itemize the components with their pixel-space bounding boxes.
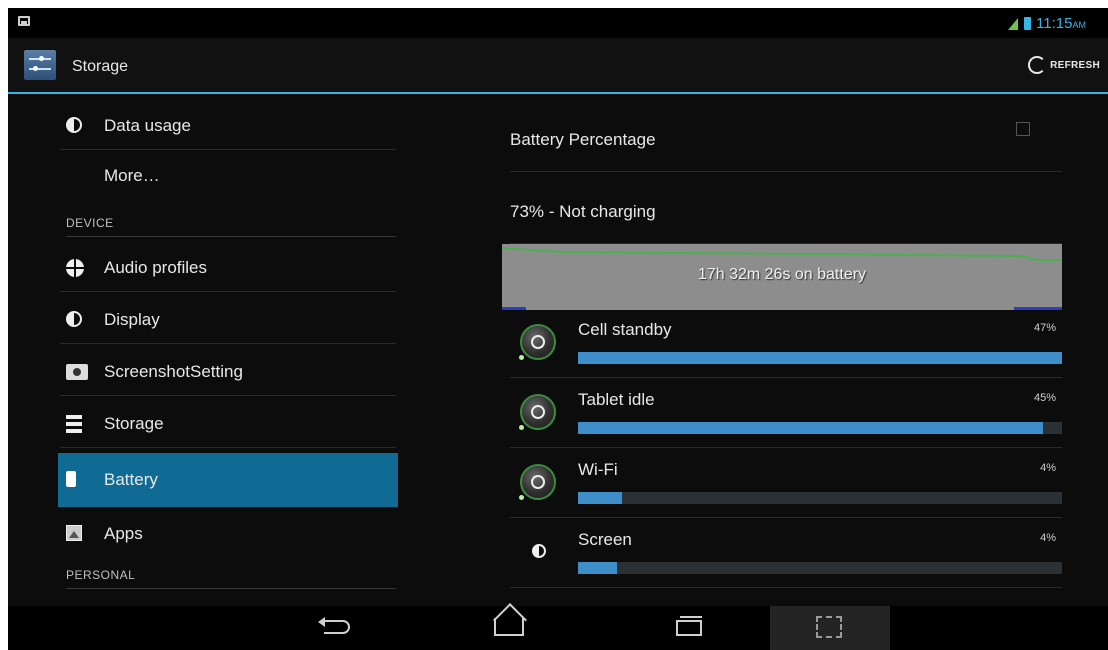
- usage-bar-track: [578, 562, 1062, 574]
- usage-percent: 45%: [1033, 392, 1056, 404]
- refresh-icon: [1028, 56, 1047, 74]
- menu-item-label: ScreenshotSetting: [104, 362, 243, 381]
- menu-item-apps[interactable]: Apps: [60, 510, 396, 560]
- usage-bar-track: [578, 422, 1062, 434]
- slider-knob-icon: [39, 56, 44, 61]
- clock-ampm: AM: [1072, 20, 1086, 30]
- apps-icon: [66, 525, 82, 541]
- recent-apps-icon: [676, 616, 702, 636]
- settings-app-icon[interactable]: [24, 50, 56, 80]
- menu-item-screenshot-setting[interactable]: ScreenshotSetting: [60, 348, 396, 396]
- audio-profiles-icon: [66, 259, 84, 277]
- battery-icon: [66, 471, 76, 487]
- screenshot-icon: [816, 616, 842, 638]
- battery-graph-label: 17h 32m 26s on battery: [697, 266, 867, 283]
- screenshot-button[interactable]: [770, 606, 890, 650]
- usage-item-cell-standby[interactable]: Cell standby 47%: [510, 310, 1062, 378]
- usage-item-screen[interactable]: Screen 4%: [510, 520, 1062, 588]
- icon-spark: [519, 355, 524, 360]
- clock: 11:15AM: [1036, 15, 1086, 32]
- usage-bar-fill: [578, 562, 617, 574]
- usage-name: Cell standby: [578, 320, 672, 339]
- usage-bar-fill: [578, 492, 622, 504]
- usage-bar-fill: [578, 422, 1043, 434]
- screenshot-notification-icon: [18, 16, 30, 26]
- action-bar: Storage REFRESH: [8, 38, 1108, 94]
- icon-inner: [531, 335, 545, 349]
- back-icon: [318, 617, 350, 634]
- usage-name: Wi-Fi: [578, 460, 618, 479]
- camera-icon: [66, 364, 88, 380]
- signal-icon: [1008, 18, 1018, 30]
- icon-inner: [531, 405, 545, 419]
- usage-bar-track: [578, 492, 1062, 504]
- tablet-idle-icon: [519, 394, 556, 430]
- battery-percentage-checkbox[interactable]: [1016, 122, 1030, 136]
- refresh-label: REFRESH: [1050, 59, 1100, 71]
- section-header-personal: PERSONAL: [66, 568, 396, 589]
- menu-item-display[interactable]: Display: [60, 296, 396, 344]
- page-title: Storage: [72, 58, 129, 75]
- menu-item-label: Audio profiles: [104, 258, 208, 277]
- usage-item-wifi[interactable]: Wi-Fi 4%: [510, 450, 1062, 518]
- icon-spark: [519, 425, 524, 430]
- status-bar: 11:15AM: [8, 8, 1108, 38]
- slider-knob-icon: [33, 66, 38, 71]
- menu-item-more[interactable]: More…: [60, 152, 396, 196]
- battery-percentage-label: Battery Percentage: [510, 130, 656, 149]
- menu-item-battery[interactable]: Battery: [58, 453, 398, 507]
- cell-standby-icon: [519, 324, 556, 360]
- navigation-bar: [8, 606, 1108, 650]
- usage-name: Screen: [578, 530, 632, 549]
- usage-percent: 4%: [1040, 532, 1056, 544]
- menu-item-data-usage[interactable]: Data usage: [60, 102, 396, 150]
- home-icon: [494, 618, 524, 636]
- menu-item-audio-profiles[interactable]: Audio profiles: [60, 244, 396, 292]
- battery-status-icon: [1024, 17, 1031, 30]
- menu-item-label: Display: [104, 310, 160, 329]
- clock-time: 11:15: [1036, 15, 1073, 32]
- usage-bar-fill: [578, 352, 1062, 364]
- battery-status-text: 73% - Not charging: [510, 202, 656, 221]
- display-icon: [66, 311, 82, 327]
- menu-item-label: Storage: [104, 414, 164, 433]
- tablet-screen: 11:15AM Storage REFRESH Data usage More……: [8, 8, 1108, 650]
- usage-bar-track: [578, 352, 1062, 364]
- usage-name: Tablet idle: [578, 390, 655, 409]
- menu-item-label: More…: [104, 166, 160, 185]
- battery-details: Battery Percentage 73% - Not charging 17…: [502, 96, 1066, 606]
- icon-spark: [519, 495, 524, 500]
- usage-percent: 4%: [1040, 462, 1056, 474]
- storage-icon: [66, 415, 82, 433]
- menu-item-label: Apps: [104, 524, 143, 543]
- battery-history-graph[interactable]: 17h 32m 26s on battery: [502, 244, 1062, 310]
- usage-percent: 47%: [1033, 322, 1056, 334]
- menu-item-label: Battery: [104, 470, 158, 489]
- settings-menu: Data usage More… DEVICE Audio profiles D…: [8, 96, 408, 606]
- battery-status-row: 73% - Not charging: [510, 172, 1062, 244]
- section-header-device: DEVICE: [66, 216, 396, 237]
- back-button[interactable]: [290, 606, 380, 650]
- refresh-button[interactable]: REFRESH: [1028, 56, 1100, 74]
- icon-inner: [531, 475, 545, 489]
- wifi-icon: [519, 464, 556, 500]
- recent-apps-button[interactable]: [642, 606, 732, 650]
- menu-item-label: Data usage: [104, 116, 191, 135]
- usage-item-tablet-idle[interactable]: Tablet idle 45%: [510, 380, 1062, 448]
- data-usage-icon: [66, 117, 82, 133]
- menu-item-storage[interactable]: Storage: [60, 400, 396, 448]
- home-button[interactable]: [464, 606, 554, 650]
- screen-brightness-icon: [532, 544, 546, 558]
- battery-percentage-setting[interactable]: Battery Percentage: [510, 96, 1062, 172]
